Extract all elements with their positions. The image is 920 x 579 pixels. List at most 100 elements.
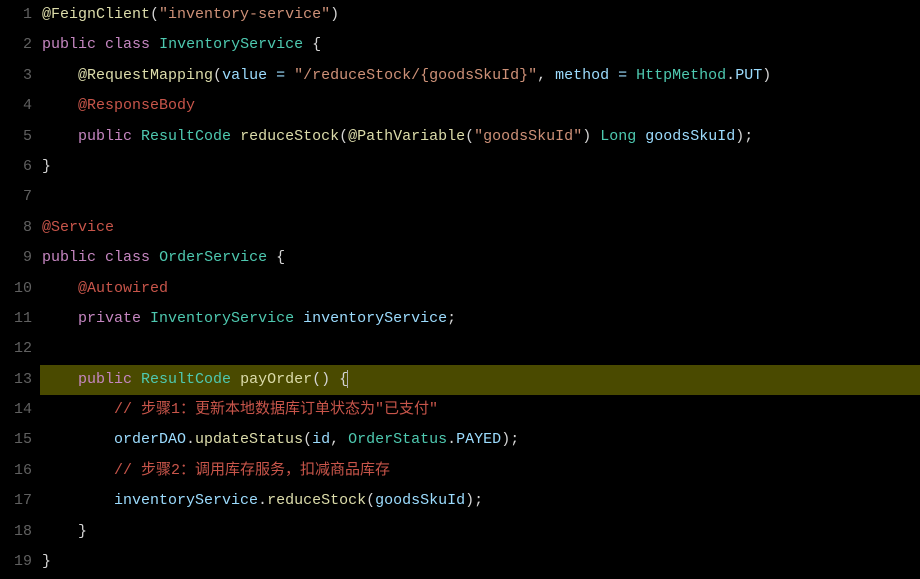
line-number: 13 bbox=[0, 365, 32, 395]
paren: ) bbox=[735, 128, 744, 145]
code-line[interactable]: } bbox=[40, 517, 920, 547]
line-number: 2 bbox=[0, 30, 32, 60]
code-line[interactable]: private InventoryService inventoryServic… bbox=[40, 304, 920, 334]
type: OrderService bbox=[159, 249, 267, 266]
semicolon: ; bbox=[474, 492, 483, 509]
method: reduceStock bbox=[267, 492, 366, 509]
line-number: 6 bbox=[0, 152, 32, 182]
code-line[interactable]: @Autowired bbox=[40, 274, 920, 304]
space bbox=[96, 249, 105, 266]
paren: ( bbox=[366, 492, 375, 509]
space bbox=[231, 128, 240, 145]
space bbox=[150, 249, 159, 266]
line-number: 11 bbox=[0, 304, 32, 334]
code-line[interactable]: @Service bbox=[40, 213, 920, 243]
paren: ( bbox=[303, 431, 312, 448]
paren: ( bbox=[465, 128, 474, 145]
identifier: orderDAO bbox=[114, 431, 186, 448]
type: ResultCode bbox=[141, 128, 231, 145]
paren: ( bbox=[150, 6, 159, 23]
brace: { bbox=[267, 249, 285, 266]
identifier: inventoryService bbox=[114, 492, 258, 509]
code-line[interactable]: @FeignClient("inventory-service") bbox=[40, 0, 920, 30]
dot: . bbox=[447, 431, 456, 448]
line-number: 5 bbox=[0, 122, 32, 152]
code-line[interactable] bbox=[40, 334, 920, 364]
code-line[interactable]: @ResponseBody bbox=[40, 91, 920, 121]
string: "goodsSkuId" bbox=[474, 128, 582, 145]
comment: // 步骤1：更新本地数据库订单状态为"已支付" bbox=[114, 401, 438, 418]
line-number: 3 bbox=[0, 61, 32, 91]
semicolon: ; bbox=[447, 310, 456, 327]
keyword: public bbox=[78, 128, 132, 145]
code-line[interactable]: } bbox=[40, 152, 920, 182]
line-number: 12 bbox=[0, 334, 32, 364]
cursor bbox=[347, 370, 348, 388]
comma: , bbox=[330, 431, 348, 448]
space bbox=[132, 371, 141, 388]
line-number: 9 bbox=[0, 243, 32, 273]
method: updateStatus bbox=[195, 431, 303, 448]
annotation: @PathVariable bbox=[348, 128, 465, 145]
space bbox=[150, 36, 159, 53]
code-line[interactable]: @RequestMapping(value = "/reduceStock/{g… bbox=[40, 61, 920, 91]
method: payOrder bbox=[240, 371, 312, 388]
space bbox=[636, 128, 645, 145]
line-number: 4 bbox=[0, 91, 32, 121]
identifier: goodsSkuId bbox=[375, 492, 465, 509]
type: Long bbox=[600, 128, 636, 145]
code-line[interactable]: } bbox=[40, 547, 920, 577]
line-number: 18 bbox=[0, 517, 32, 547]
code-line[interactable]: public class InventoryService { bbox=[40, 30, 920, 60]
line-number: 8 bbox=[0, 213, 32, 243]
line-number: 17 bbox=[0, 486, 32, 516]
code-editor[interactable]: 1 2 3 4 5 6 7 8 9 10 11 12 13 14 15 16 1… bbox=[0, 0, 920, 579]
paren: ) bbox=[465, 492, 474, 509]
paren: ) bbox=[501, 431, 510, 448]
type: InventoryService bbox=[150, 310, 294, 327]
line-number: 15 bbox=[0, 425, 32, 455]
type: InventoryService bbox=[159, 36, 303, 53]
identifier: inventoryService bbox=[303, 310, 447, 327]
code-line-current[interactable]: public ResultCode payOrder() { bbox=[40, 365, 920, 395]
const: PUT bbox=[735, 67, 762, 84]
semicolon: ; bbox=[744, 128, 753, 145]
keyword: class bbox=[105, 36, 150, 53]
gutter: 1 2 3 4 5 6 7 8 9 10 11 12 13 14 15 16 1… bbox=[0, 0, 40, 579]
code-line[interactable]: public class OrderService { bbox=[40, 243, 920, 273]
param: method = bbox=[555, 67, 636, 84]
annotation: @Service bbox=[42, 219, 114, 236]
code-line[interactable]: orderDAO.updateStatus(id, OrderStatus.PA… bbox=[40, 425, 920, 455]
param: value = bbox=[222, 67, 294, 84]
space bbox=[96, 36, 105, 53]
line-number: 10 bbox=[0, 274, 32, 304]
code-line[interactable]: // 步骤2：调用库存服务，扣减商品库存 bbox=[40, 456, 920, 486]
identifier: goodsSkuId bbox=[645, 128, 735, 145]
keyword: public bbox=[42, 249, 96, 266]
line-number: 7 bbox=[0, 182, 32, 212]
type: ResultCode bbox=[141, 371, 231, 388]
annotation: @ResponseBody bbox=[78, 97, 195, 114]
parens: () bbox=[312, 371, 330, 388]
space bbox=[132, 128, 141, 145]
string: "/reduceStock/{goodsSkuId}" bbox=[294, 67, 537, 84]
line-number: 19 bbox=[0, 547, 32, 577]
code-line[interactable]: // 步骤1：更新本地数据库订单状态为"已支付" bbox=[40, 395, 920, 425]
space bbox=[591, 128, 600, 145]
brace: } bbox=[42, 158, 51, 175]
annotation: @Autowired bbox=[78, 280, 168, 297]
keyword: public bbox=[42, 36, 96, 53]
string: "inventory-service" bbox=[159, 6, 330, 23]
code-line[interactable] bbox=[40, 182, 920, 212]
dot: . bbox=[186, 431, 195, 448]
code-area[interactable]: @FeignClient("inventory-service") public… bbox=[40, 0, 920, 579]
dot: . bbox=[726, 67, 735, 84]
brace: } bbox=[78, 523, 87, 540]
code-line[interactable]: inventoryService.reduceStock(goodsSkuId)… bbox=[40, 486, 920, 516]
identifier: id bbox=[312, 431, 330, 448]
semicolon: ; bbox=[510, 431, 519, 448]
annotation: @RequestMapping bbox=[78, 67, 213, 84]
comma: , bbox=[537, 67, 555, 84]
space bbox=[231, 371, 240, 388]
code-line[interactable]: public ResultCode reduceStock(@PathVaria… bbox=[40, 122, 920, 152]
